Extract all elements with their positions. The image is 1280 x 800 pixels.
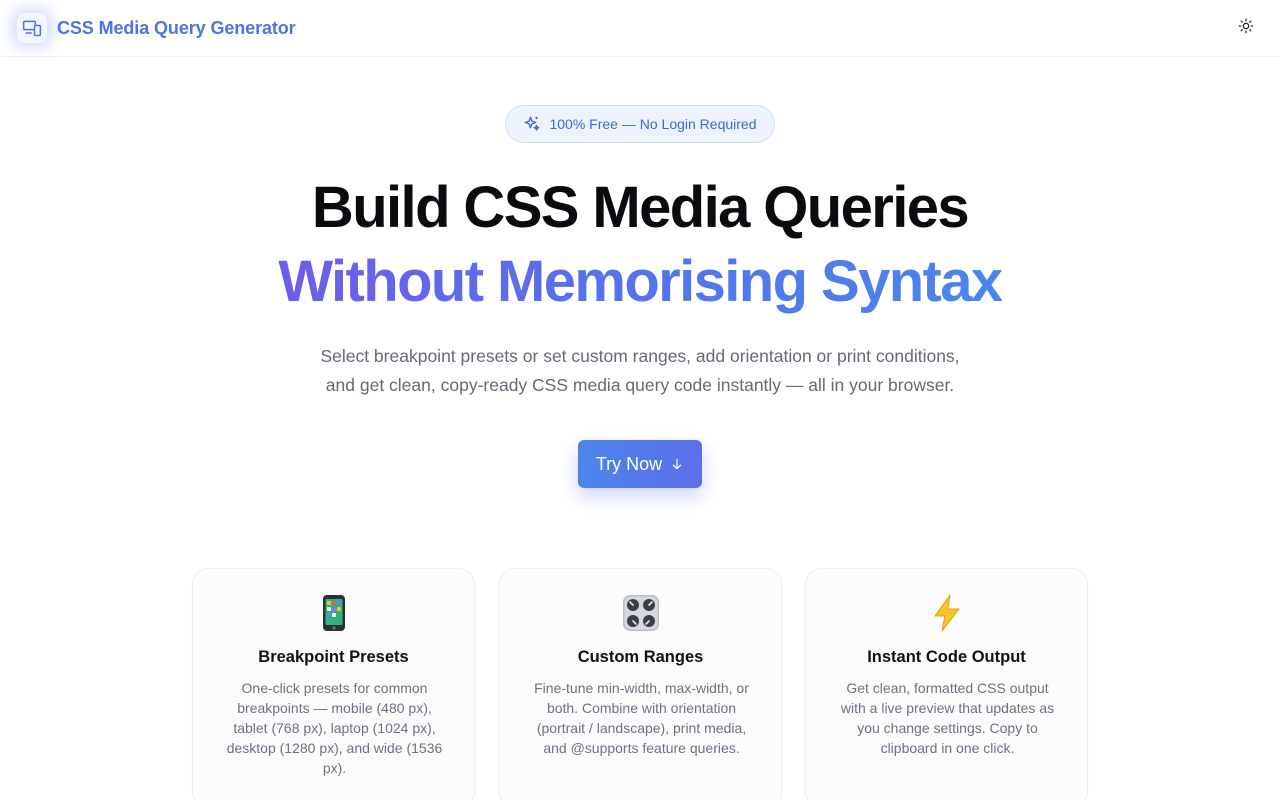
mobile-phone-icon — [193, 591, 474, 635]
subtitle-line-1: Select breakpoint presets or set custom … — [320, 346, 960, 366]
brand-link[interactable]: CSS Media Query Generator — [16, 12, 296, 44]
top-nav: CSS Media Query Generator — [0, 0, 1280, 57]
feature-card-custom-ranges: Custom Ranges Fine-tune min-width, max-w… — [499, 568, 782, 800]
free-badge: 100% Free — No Login Required — [505, 105, 775, 143]
theme-toggle-button[interactable] — [1232, 14, 1260, 42]
hero-title-gradient-text: Without Memorising Syntax — [278, 249, 1003, 314]
feature-title: Custom Ranges — [577, 648, 704, 666]
try-now-label: Try Now — [595, 453, 663, 474]
subtitle-line-2: and get clean, copy-ready CSS media quer… — [325, 375, 955, 395]
feature-description: Get clean, formatted CSS output with a l… — [840, 680, 1055, 756]
feature-description: Fine-tune min-width, max-width, or both.… — [534, 680, 749, 756]
hero-title: Build CSS Media Queries — [311, 175, 970, 240]
control-knobs-icon — [500, 591, 781, 635]
try-now-button[interactable]: Try Now — [578, 440, 702, 488]
feature-title: Breakpoint Presets — [258, 648, 409, 666]
feature-title: Instant Code Output — [867, 648, 1026, 666]
sun-icon — [1238, 18, 1254, 39]
feature-card-instant-code-output: Instant Code Output Get clean, formatted… — [805, 568, 1088, 800]
arrow-down-icon — [670, 457, 684, 471]
lightning-icon — [806, 591, 1087, 635]
feature-description: One-click presets for common breakpoints… — [226, 680, 443, 776]
sparkles-icon — [523, 115, 541, 133]
feature-card-breakpoint-presets: Breakpoint Presets One-click presets for… — [192, 568, 475, 800]
devices-icon — [16, 12, 48, 44]
hero-subtitle: Select breakpoint presets or set custom … — [290, 342, 990, 400]
brand-name: CSS Media Query Generator — [57, 17, 296, 38]
hero-title-highlight: Without Memorising Syntax — [0, 244, 1280, 320]
badge-text: 100% Free — No Login Required — [549, 116, 757, 132]
